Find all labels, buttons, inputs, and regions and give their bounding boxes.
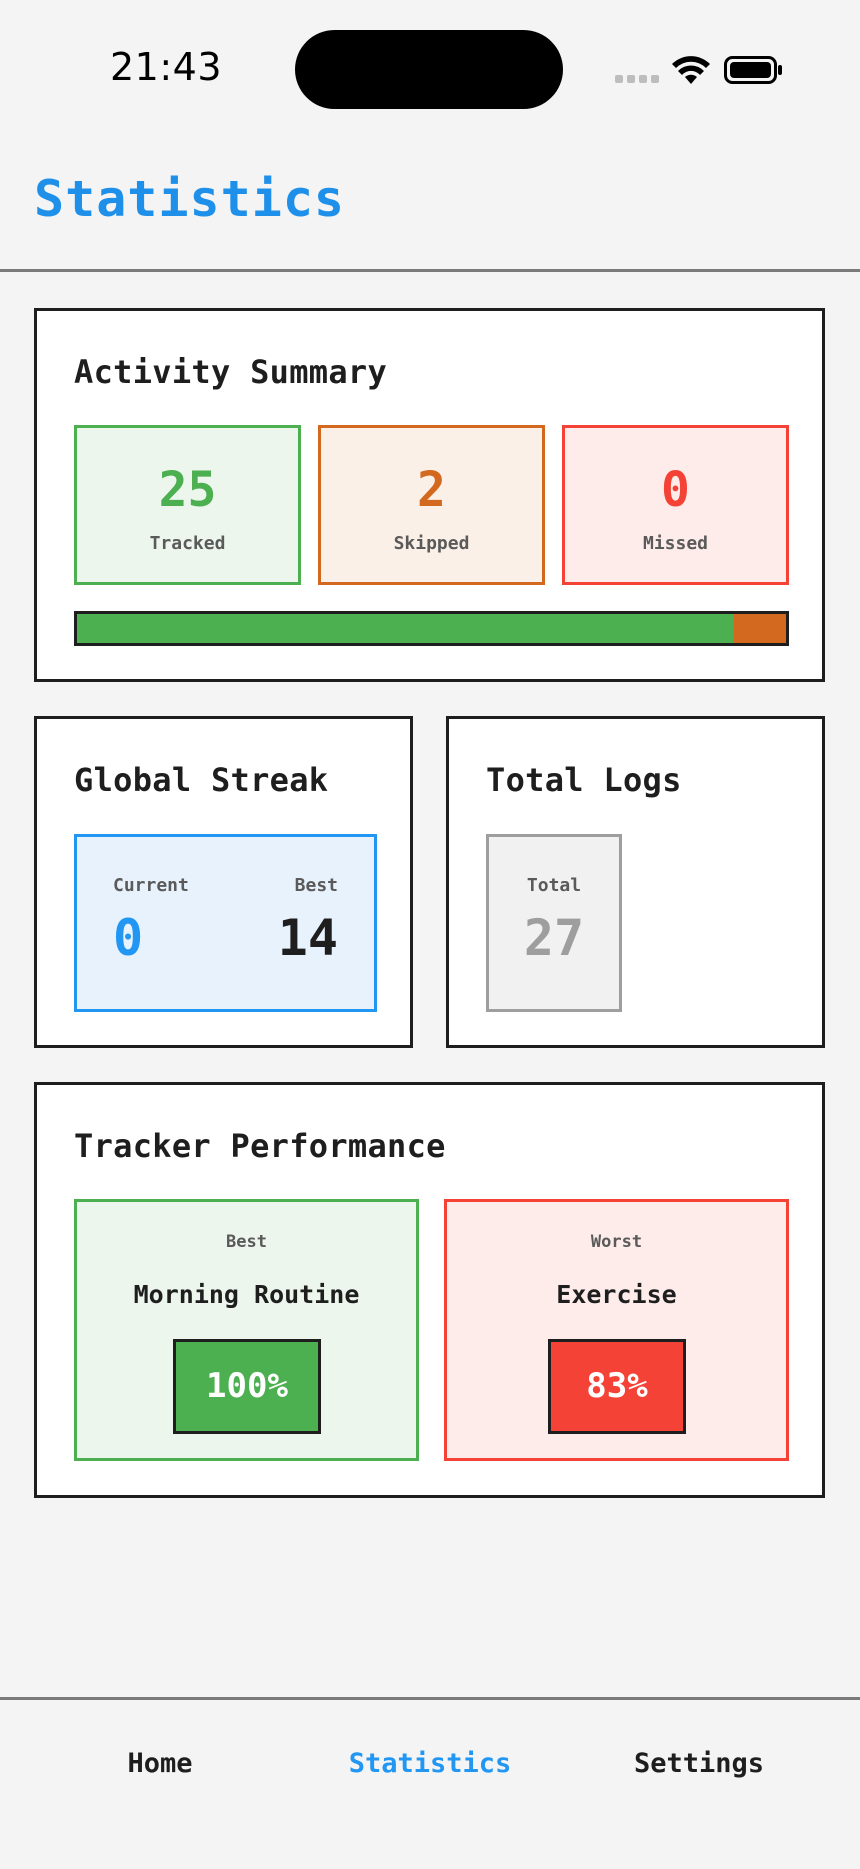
nav-home[interactable]: Home [127,1748,192,1779]
current-streak-value: 0 [113,909,144,967]
best-tracker-percent: 100% [173,1339,321,1434]
tracker-performance-title: Tracker Performance [74,1127,446,1165]
bottom-nav: Home Statistics Settings [0,1700,860,1869]
cellular-signal-icon [615,75,659,85]
best-tracker-name: Morning Routine [133,1280,360,1309]
tracker-performance-card: Tracker Performance Best Morning Routine… [34,1082,825,1498]
nav-statistics[interactable]: Statistics [349,1748,512,1779]
battery-icon [724,56,782,84]
best-tracker-label: Best [226,1232,267,1252]
total-logs-box: Total 27 [486,834,622,1012]
skipped-label: Skipped [393,533,470,554]
total-logs-label: Total [526,875,582,896]
skipped-count: 2 [417,462,446,518]
progress-skipped-segment [733,614,786,643]
current-streak-label: Current [113,875,189,896]
missed-count: 0 [661,462,690,518]
nav-settings[interactable]: Settings [634,1748,764,1779]
worst-tracker-percent: 83% [548,1339,686,1434]
dynamic-island [295,30,563,109]
missed-stat: 0 Missed [562,425,789,585]
progress-tracked-segment [77,614,734,643]
worst-tracker-label: Worst [590,1232,643,1252]
best-streak-label: Best [294,875,338,896]
tracked-stat: 25 Tracked [74,425,301,585]
worst-tracker-box: Worst Exercise 83% [444,1199,789,1461]
global-streak-title: Global Streak [74,761,329,799]
skipped-stat: 2 Skipped [318,425,545,585]
status-time: 21:43 [110,45,223,89]
best-tracker-box: Best Morning Routine 100% [74,1199,419,1461]
activity-progress-bar [74,611,789,646]
missed-label: Missed [642,533,709,554]
tracked-count: 25 [158,462,217,518]
activity-summary-card: Activity Summary 25 Tracked 2 Skipped 0 … [34,308,825,682]
page-title: Statistics [34,170,346,228]
activity-summary-title: Activity Summary [74,353,388,391]
header-divider [0,269,860,272]
status-bar: 21:43 [0,0,860,130]
best-streak-value: 14 [277,909,338,967]
streak-box: Current Best 0 14 [74,834,377,1012]
worst-tracker-name: Exercise [556,1280,677,1309]
total-logs-value: 27 [523,909,585,967]
global-streak-card: Global Streak Current Best 0 14 [34,716,413,1048]
wifi-icon [672,56,710,84]
total-logs-title: Total Logs [486,761,682,799]
total-logs-card: Total Logs Total 27 [446,716,825,1048]
tracked-label: Tracked [149,533,226,554]
